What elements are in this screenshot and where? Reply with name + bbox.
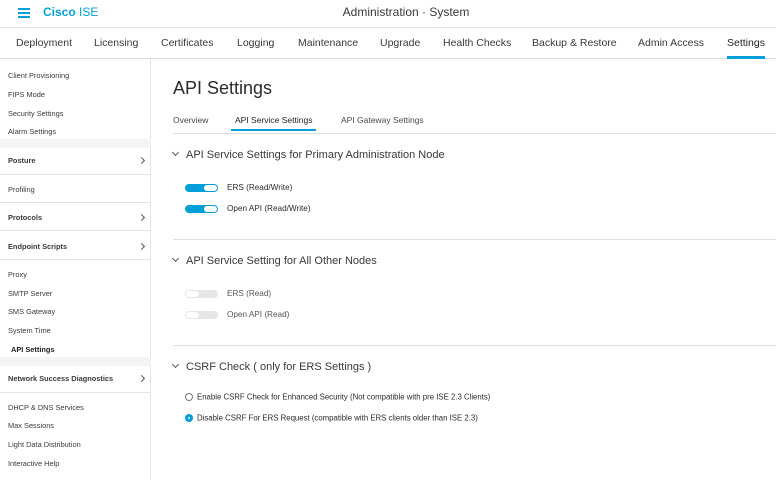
csrf-enable-radio[interactable]	[185, 392, 193, 401]
sidebar-item-posture[interactable]: Posture	[8, 156, 36, 165]
open-api-read-write-toggle[interactable]	[185, 204, 218, 213]
chevron-down-icon[interactable]	[171, 148, 180, 157]
sidebar-item-light-data-distribution[interactable]: Light Data Distribution	[8, 440, 81, 449]
csrf-disable-option[interactable]: Disable CSRF For ERS Request (compatible…	[185, 413, 478, 422]
tab-admin-access[interactable]: Admin Access	[638, 28, 704, 59]
tab-logging[interactable]: Logging	[237, 28, 274, 59]
sidebar-divider	[0, 174, 151, 175]
toggle-row-open-api-read-write: Open API (Read/Write)	[185, 200, 311, 214]
csrf-enable-option[interactable]: Enable CSRF Check for Enhanced Security …	[185, 392, 490, 401]
page-context-title: Administration · System	[342, 5, 470, 19]
section-divider	[173, 239, 776, 240]
page-title: API Settings	[173, 78, 273, 98]
tab-settings[interactable]: Settings	[727, 28, 765, 59]
tab-maintenance[interactable]: Maintenance	[298, 28, 358, 59]
sidebar-item-profiling[interactable]: Profiling	[8, 185, 35, 194]
toggle-label: Open API (Read)	[227, 310, 290, 320]
sidebar-item-interactive-help[interactable]: Interactive Help	[8, 459, 59, 468]
tab-api-gateway-settings[interactable]: API Gateway Settings	[341, 115, 424, 125]
sidebar-item-endpoint-scripts[interactable]: Endpoint Scripts	[8, 242, 67, 251]
toggle-row-ers-read: ERS (Read)	[185, 285, 272, 299]
tab-api-service-settings[interactable]: API Service Settings	[230, 115, 317, 131]
chevron-right-icon[interactable]	[137, 213, 146, 222]
section-header-primary-node[interactable]: API Service Settings for Primary Adminis…	[171, 148, 445, 161]
sidebar-item-network-success-diagnostics[interactable]: Network Success Diagnostics	[8, 374, 113, 383]
sidebar: Client Provisioning FIPS Mode Security S…	[0, 59, 151, 480]
top-bar: Cisco ISE Administration · System	[0, 0, 776, 27]
main-nav: Deployment Licensing Certificates Loggin…	[0, 27, 776, 59]
radio-label: Disable CSRF For ERS Request (compatible…	[197, 413, 478, 423]
sidebar-item-security-settings[interactable]: Security Settings	[8, 109, 63, 118]
tab-overview[interactable]: Overview	[173, 115, 208, 125]
radio-label: Enable CSRF Check for Enhanced Security …	[197, 392, 491, 402]
chevron-right-icon[interactable]	[137, 242, 146, 251]
tab-deployment[interactable]: Deployment	[16, 28, 72, 59]
main-content: API Settings Overview API Service Settin…	[152, 59, 776, 480]
toggle-row-ers-read-write: ERS (Read/Write)	[185, 179, 293, 193]
chevron-down-icon[interactable]	[171, 254, 180, 263]
sidebar-item-proxy[interactable]: Proxy	[8, 270, 27, 279]
sidebar-divider	[0, 139, 151, 148]
sidebar-divider	[0, 230, 151, 231]
sidebar-item-smtp-server[interactable]: SMTP Server	[8, 289, 52, 298]
sidebar-divider	[0, 259, 151, 260]
tab-upgrade[interactable]: Upgrade	[380, 28, 420, 59]
section-header-csrf-check[interactable]: CSRF Check ( only for ERS Settings )	[171, 360, 372, 373]
sidebar-divider	[0, 202, 151, 203]
sidebar-item-protocols[interactable]: Protocols	[8, 213, 42, 222]
sidebar-item-max-sessions[interactable]: Max Sessions	[8, 421, 54, 430]
chevron-down-icon[interactable]	[171, 360, 180, 369]
section-header-other-nodes[interactable]: API Service Setting for All Other Nodes	[171, 254, 377, 267]
section-title: API Service Setting for All Other Nodes	[186, 255, 377, 267]
sidebar-item-dhcp-dns-services[interactable]: DHCP & DNS Services	[8, 403, 84, 412]
toggle-row-open-api-read: Open API (Read)	[185, 306, 290, 320]
sidebar-item-system-time[interactable]: System Time	[8, 326, 51, 335]
chevron-right-icon[interactable]	[137, 156, 146, 165]
sidebar-item-alarm-settings[interactable]: Alarm Settings	[8, 127, 56, 136]
section-divider	[173, 345, 776, 346]
tab-licensing[interactable]: Licensing	[94, 28, 138, 59]
toggle-label: ERS (Read/Write)	[227, 183, 293, 193]
section-title: CSRF Check ( only for ERS Settings )	[186, 361, 372, 373]
open-api-read-toggle[interactable]	[185, 310, 218, 319]
section-title: API Service Settings for Primary Adminis…	[186, 149, 445, 161]
sidebar-item-fips-mode[interactable]: FIPS Mode	[8, 90, 45, 99]
ers-read-toggle[interactable]	[185, 289, 218, 298]
sidebar-item-client-provisioning[interactable]: Client Provisioning	[8, 71, 69, 80]
csrf-disable-radio[interactable]	[185, 413, 193, 422]
toggle-label: Open API (Read/Write)	[227, 204, 311, 214]
tab-certificates[interactable]: Certificates	[161, 28, 214, 59]
tab-backup-restore[interactable]: Backup & Restore	[532, 28, 617, 59]
tab-health-checks[interactable]: Health Checks	[443, 28, 511, 59]
sidebar-item-api-settings[interactable]: API Settings	[11, 345, 55, 354]
sidebar-divider	[0, 392, 151, 393]
chevron-right-icon[interactable]	[137, 374, 146, 383]
tabs-divider	[173, 133, 776, 134]
sidebar-divider	[0, 357, 151, 366]
sidebar-item-sms-gateway[interactable]: SMS Gateway	[8, 307, 55, 316]
toggle-label: ERS (Read)	[227, 289, 272, 299]
ers-read-write-toggle[interactable]	[185, 183, 218, 192]
